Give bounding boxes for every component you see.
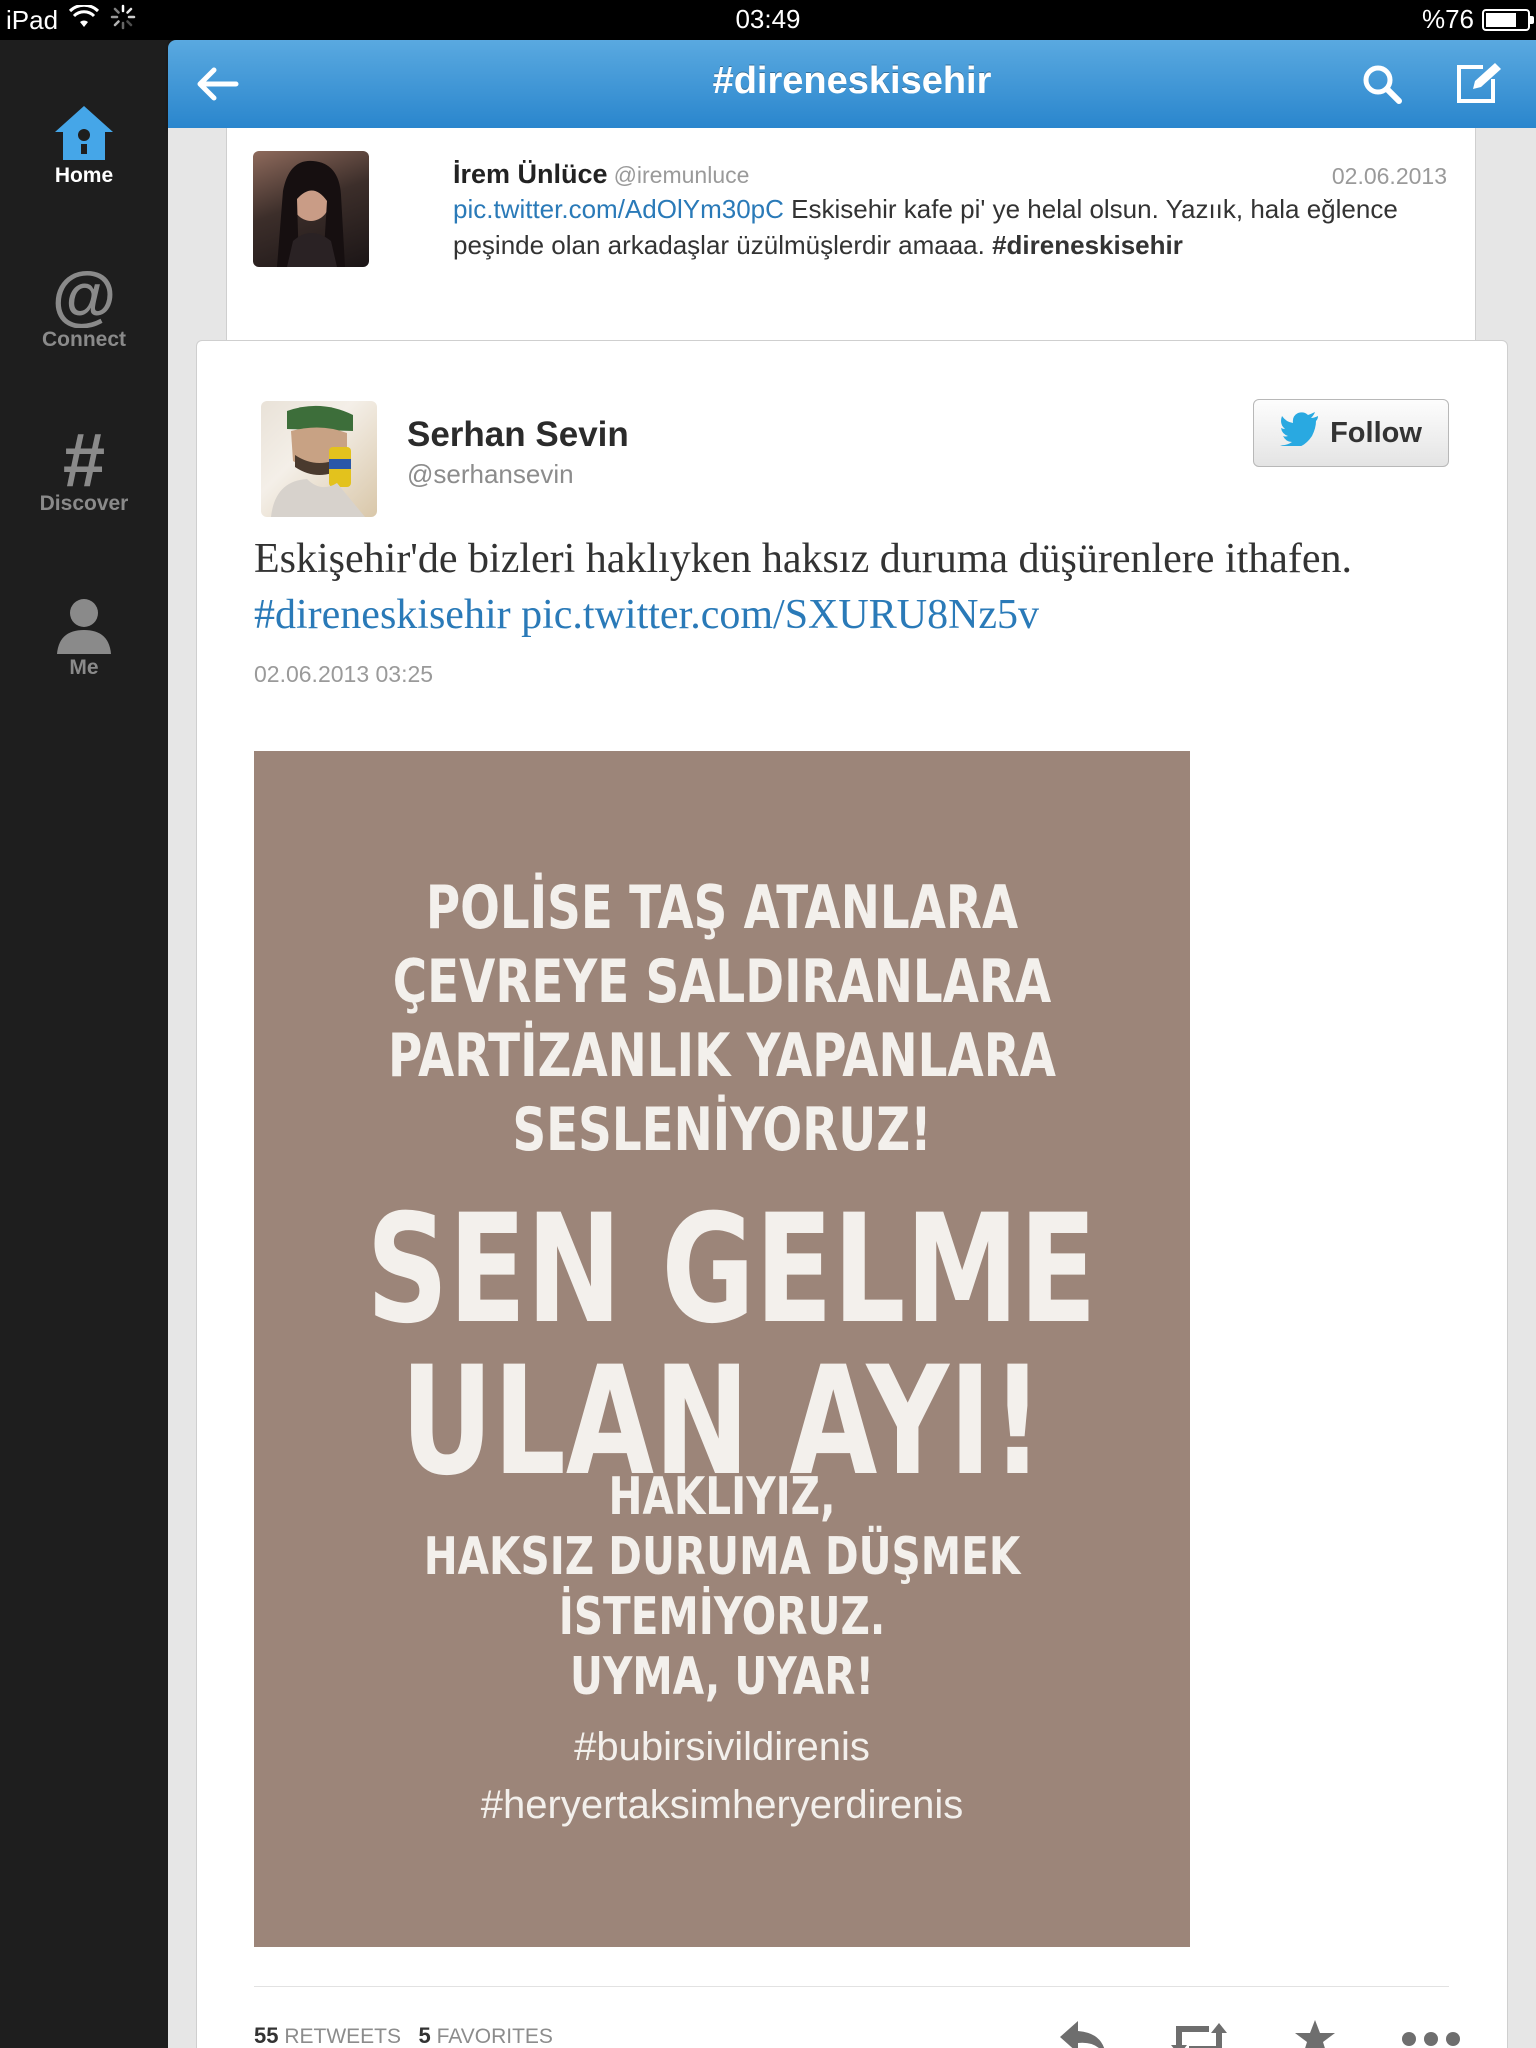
twitter-bird-icon: [1280, 412, 1320, 454]
favorite-icon[interactable]: [1279, 2011, 1351, 2048]
status-bar: iPad 03:49 %76: [0, 0, 1536, 40]
tweet-media-image[interactable]: POLİSE TAŞ ATANLARA ÇEVREYE SALDIRANLARA…: [254, 751, 1190, 1947]
hash-icon: #: [0, 408, 168, 492]
person-icon: [0, 572, 168, 656]
search-icon[interactable]: [1354, 58, 1410, 110]
media-text-line: UYMA, UYAR!: [570, 1647, 874, 1707]
battery-icon: [1482, 8, 1534, 31]
sidebar-item-home[interactable]: Home: [0, 80, 168, 220]
favorite-count[interactable]: 5: [419, 2023, 431, 2048]
tweet-timestamp: 02.06.2013 03:25: [254, 661, 434, 687]
media-text-line: HAKSIZ DURUMA DÜŞMEK: [423, 1527, 1021, 1587]
hashtag-link[interactable]: #direneskisehir: [992, 230, 1183, 260]
media-text-line: SEN GELME: [366, 1183, 1097, 1357]
sidebar-item-label: Home: [54, 164, 114, 187]
reply-icon[interactable]: [1047, 2011, 1119, 2048]
tweet-date: 02.06.2013: [1331, 163, 1447, 189]
author-handle: @iremunluce: [613, 162, 750, 188]
battery-percent: %76: [1421, 4, 1474, 34]
author-name: İrem Ünlüce: [453, 159, 608, 189]
media-text-line: POLİSE TAŞ ATANLARA: [425, 873, 1019, 943]
media-text-line: #bubirsivildirenis: [574, 1725, 870, 1769]
compose-icon[interactable]: [1450, 58, 1506, 110]
divider: [254, 1986, 1449, 1987]
avatar[interactable]: [261, 401, 377, 517]
media-link[interactable]: pic.twitter.com/AdOlYm30pC: [453, 194, 784, 224]
author-name: Serhan Sevin: [407, 415, 629, 454]
sidebar: Home @ Connect # Discover Me: [0, 40, 168, 2048]
retweet-count[interactable]: 55: [254, 2023, 278, 2048]
avatar[interactable]: [253, 151, 369, 267]
hashtag-link[interactable]: #direneskisehir: [254, 592, 511, 638]
media-text-line: PARTİZANLIK YAPANLARA: [388, 1021, 1056, 1091]
sidebar-item-discover[interactable]: # Discover: [0, 408, 168, 548]
home-icon: [0, 80, 168, 164]
media-text-line: #heryertaksimheryerdirenis: [480, 1783, 964, 1827]
sidebar-item-label: Connect: [42, 328, 126, 351]
svg-text:@: @: [52, 264, 116, 328]
tweet-body: Eskişehir'de bizleri haklıyken haksız du…: [254, 536, 1353, 582]
tweet-text: Eskişehir'de bizleri haklıyken haksız du…: [254, 531, 1434, 643]
svg-text:#: #: [63, 428, 105, 492]
page-title: #direneskisehir: [712, 60, 992, 102]
follow-label: Follow: [1330, 416, 1422, 449]
sidebar-item-connect[interactable]: @ Connect: [0, 244, 168, 384]
timeline[interactable]: İrem Ünlüce @iremunluce 02.06.2013 pic.tw…: [168, 128, 1536, 2048]
follow-button[interactable]: Follow: [1253, 399, 1449, 467]
media-text-line: SESLENİYORUZ!: [512, 1095, 932, 1165]
tweet-text: pic.twitter.com/AdOlYm30pC Eskisehir kaf…: [453, 191, 1453, 263]
media-text-line: HAKLIYIZ,: [608, 1467, 836, 1527]
media-text-line: ÇEVREYE SALDIRANLARA: [392, 947, 1052, 1017]
sidebar-item-label: Discover: [39, 492, 129, 515]
retweet-icon[interactable]: [1163, 2011, 1235, 2048]
tweet-actions: [1047, 2011, 1467, 2048]
sidebar-item-me[interactable]: Me: [0, 572, 168, 712]
media-link[interactable]: pic.twitter.com/SXURU8Nz5v: [521, 592, 1039, 638]
clock: 03:49: [735, 4, 801, 34]
media-text-line: İSTEMİYORUZ.: [558, 1587, 886, 1647]
tweet-detail-card: Serhan Sevin @serhansevin Follow Eskişeh…: [196, 340, 1508, 2048]
more-icon[interactable]: [1395, 2011, 1467, 2048]
sidebar-item-label: Me: [69, 656, 99, 679]
retweet-count-label: RETWEETS: [284, 2025, 401, 2048]
author-handle: @serhansevin: [407, 459, 574, 489]
tweet-stats: 55 RETWEETS 5 FAVORITES: [254, 2023, 553, 2048]
navigation-bar: #direneskisehir: [168, 40, 1536, 128]
favorite-count-label: FAVORITES: [436, 2025, 553, 2048]
at-icon: @: [0, 244, 168, 328]
